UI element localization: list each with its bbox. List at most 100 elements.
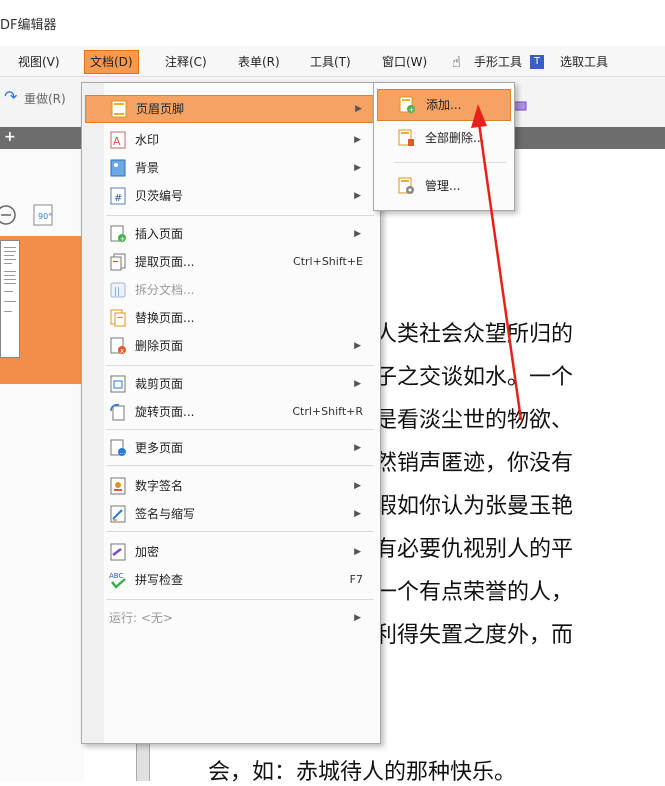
menu-select-tool[interactable]: 选取工具 (560, 52, 608, 72)
menu-item-label: 运行: <无> (109, 611, 173, 625)
menu-tools[interactable]: 工具(T) (310, 52, 351, 72)
shortcut-label: F7 (349, 573, 363, 586)
menu-item-label: 拆分文档... (135, 283, 195, 297)
menu-item-label: 拼写检查 (135, 573, 184, 587)
menu-item-delete-page[interactable]: x 删除页面 ▶ (85, 333, 375, 359)
menu-separator (394, 162, 506, 163)
page-header-footer-icon (111, 100, 127, 118)
menu-comment[interactable]: 注释(C) (165, 52, 207, 72)
menu-item-label: 数字签名 (135, 479, 184, 493)
menu-item-label: 签名与缩写 (135, 507, 196, 521)
manage-icon (398, 177, 414, 194)
submenu-arrow-icon: ▶ (354, 547, 361, 557)
menu-separator (106, 365, 374, 366)
svg-text:A: A (113, 135, 121, 148)
encrypt-icon (110, 543, 126, 561)
document-menu: 页眉页脚 ▶ A 水印 ▶ 背景 ▶ # 贝茨编号 ▶ + 插入页面 ▶ 提取页… (81, 82, 381, 744)
menu-item-label: 裁剪页面 (135, 377, 184, 391)
doc-line: 会，如：赤城待人的那种快乐。 (208, 760, 517, 785)
doc-line: 子之交谈如水。一个 (375, 365, 574, 390)
submenu-arrow-icon: ▶ (354, 163, 361, 173)
menu-item-extract-page[interactable]: 提取页面... Ctrl+Shift+E (85, 249, 375, 275)
rotate-page-icon (110, 403, 125, 421)
menu-item-crop-page[interactable]: 裁剪页面 ▶ (85, 371, 375, 397)
menu-item-rotate-page[interactable]: 旋转页面... Ctrl+Shift+R (85, 399, 375, 425)
hand-tool-icon[interactable]: ☝ (452, 52, 461, 72)
more-pages-icon: ... (110, 439, 126, 456)
shortcut-label: Ctrl+Shift+R (292, 405, 363, 418)
menu-item-header-footer[interactable]: 页眉页脚 ▶ (85, 95, 377, 123)
menu-item-encrypt[interactable]: 加密 ▶ (85, 539, 375, 565)
submenu-item-add[interactable]: + 添加... (377, 89, 511, 121)
title-bar: DF编辑器 (0, 0, 665, 42)
menu-item-label: 背景 (135, 161, 160, 175)
text-select-icon[interactable]: T (530, 55, 544, 69)
menu-item-spell-check[interactable]: ABC 拼写检查 F7 (85, 567, 375, 593)
menu-separator (106, 429, 374, 430)
submenu-arrow-icon: ▶ (355, 104, 362, 114)
submenu-arrow-icon: ▶ (354, 229, 361, 239)
menu-window[interactable]: 窗口(W) (382, 52, 427, 72)
page-thumbnail[interactable] (0, 240, 20, 358)
watermark-icon: A (110, 131, 126, 149)
menu-hand-tool[interactable]: 手形工具 (474, 52, 522, 72)
submenu-item-label: 管理... (425, 179, 461, 193)
doc-line: 人类社会众望所归的 (375, 322, 574, 347)
menu-view[interactable]: 视图(V) (18, 52, 60, 72)
svg-text:#: # (114, 193, 122, 204)
menu-item-label: 贝茨编号 (135, 189, 184, 203)
bates-number-icon: # (110, 187, 126, 205)
svg-text:+: + (120, 235, 126, 243)
menu-item-label: 旋转页面... (135, 405, 195, 419)
menu-form[interactable]: 表单(R) (238, 52, 280, 72)
delete-all-icon (398, 129, 414, 146)
svg-text:x: x (120, 347, 124, 355)
menu-item-bates[interactable]: # 贝茨编号 ▶ (85, 183, 375, 209)
menu-separator (106, 465, 374, 466)
menu-item-split-document[interactable]: || 拆分文档... (85, 277, 375, 303)
svg-text:||: || (114, 287, 120, 297)
submenu-arrow-icon: ▶ (354, 613, 361, 623)
replace-page-icon (110, 309, 126, 327)
submenu-arrow-icon: ▶ (354, 341, 361, 351)
menu-item-background[interactable]: 背景 ▶ (85, 155, 375, 181)
menu-item-sign-initials[interactable]: 签名与缩写 ▶ (85, 501, 375, 527)
delete-page-icon: x (110, 337, 126, 355)
submenu-arrow-icon: ▶ (354, 191, 361, 201)
shortcut-label: Ctrl+Shift+E (293, 255, 363, 268)
menu-item-label: 替换页面... (135, 311, 195, 325)
panel-tab[interactable]: + (0, 127, 84, 149)
sign-initials-icon (110, 505, 126, 523)
submenu-item-manage[interactable]: 管理... (377, 171, 509, 201)
redo-button[interactable]: 重做(R) (24, 90, 66, 107)
menu-item-more-pages[interactable]: ... 更多页面 ▶ (85, 435, 375, 461)
doc-line: 一个有点荣誉的人， (375, 580, 574, 605)
menu-separator (106, 215, 374, 216)
menu-item-label: 提取页面... (135, 255, 195, 269)
menu-item-replace-page[interactable]: 替换页面... (85, 305, 375, 331)
menu-item-watermark[interactable]: A 水印 ▶ (85, 127, 375, 153)
menu-item-label: 插入页面 (135, 227, 184, 241)
submenu-arrow-icon: ▶ (354, 481, 361, 491)
add-header-icon: + (399, 96, 415, 114)
crop-page-icon (110, 375, 126, 393)
menu-item-insert-page[interactable]: + 插入页面 ▶ (85, 221, 375, 247)
menu-bar: 视图(V) 文档(D) 注释(C) 表单(R) 工具(T) 窗口(W) ☝ 手形… (0, 46, 665, 77)
digital-signature-icon (110, 477, 126, 495)
split-document-icon: || (110, 282, 126, 298)
menu-item-label: 更多页面 (135, 441, 184, 455)
panel-toolbar: 90° (0, 204, 53, 226)
menu-item-run[interactable]: 运行: <无> ▶ (85, 605, 375, 631)
menu-document[interactable]: 文档(D) (84, 50, 139, 74)
add-tab-icon[interactable]: + (4, 129, 16, 145)
menu-item-label: 删除页面 (135, 339, 184, 353)
header-footer-submenu: + 添加... 全部删除... 管理... (373, 82, 515, 211)
svg-text:ABC: ABC (109, 572, 123, 580)
submenu-item-delete-all[interactable]: 全部删除... (377, 123, 509, 153)
doc-line: 有必要仇视别人的平 (375, 537, 574, 562)
submenu-item-label: 全部删除... (425, 131, 485, 145)
doc-line: 然销声匿迹，你没有 (375, 451, 574, 476)
menu-item-digital-signature[interactable]: 数字签名 ▶ (85, 473, 375, 499)
spell-check-icon: ABC (109, 572, 126, 589)
redo-icon[interactable]: ↷ (4, 87, 17, 106)
